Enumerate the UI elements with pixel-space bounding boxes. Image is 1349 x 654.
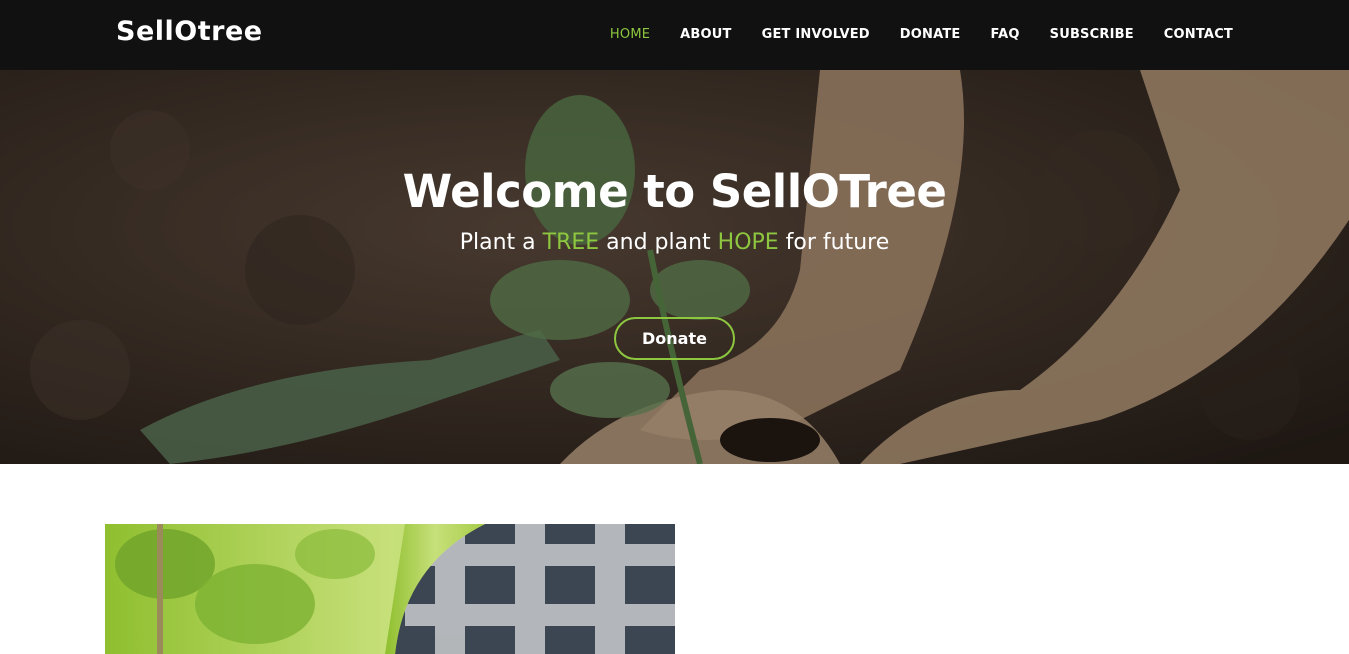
subtitle-highlight-tree: TREE (542, 230, 600, 255)
nav-donate[interactable]: DONATE (900, 27, 961, 42)
donate-button[interactable]: Donate (614, 317, 735, 360)
subtitle-highlight-hope: HOPE (717, 230, 779, 255)
hero-banner: Welcome to SellOTree Plant a TREE and pl… (0, 70, 1349, 464)
planting-tree-photo (105, 524, 675, 654)
subtitle-text-1: Plant a (459, 230, 543, 255)
main-nav: HOME ABOUT GET INVOLVED DONATE FAQ SUBSC… (580, 27, 1233, 42)
nav-contact[interactable]: CONTACT (1164, 27, 1233, 42)
nav-subscribe[interactable]: SUBSCRIBE (1050, 27, 1134, 42)
top-navbar: SellOtree HOME ABOUT GET INVOLVED DONATE… (0, 0, 1349, 70)
hero-subtitle: Plant a TREE and plant HOPE for future (0, 230, 1349, 255)
subtitle-text-2: and plant (599, 230, 718, 255)
nav-about[interactable]: ABOUT (680, 27, 731, 42)
nav-faq[interactable]: FAQ (991, 27, 1020, 42)
subtitle-text-3: for future (778, 230, 890, 255)
site-logo[interactable]: SellOtree (116, 16, 263, 47)
hero-overlay (0, 70, 1349, 464)
hero-title: Welcome to SellOTree (402, 165, 947, 218)
planting-tree-image (105, 524, 675, 654)
nav-get-involved[interactable]: GET INVOLVED (762, 27, 870, 42)
nav-home[interactable]: HOME (610, 27, 650, 42)
